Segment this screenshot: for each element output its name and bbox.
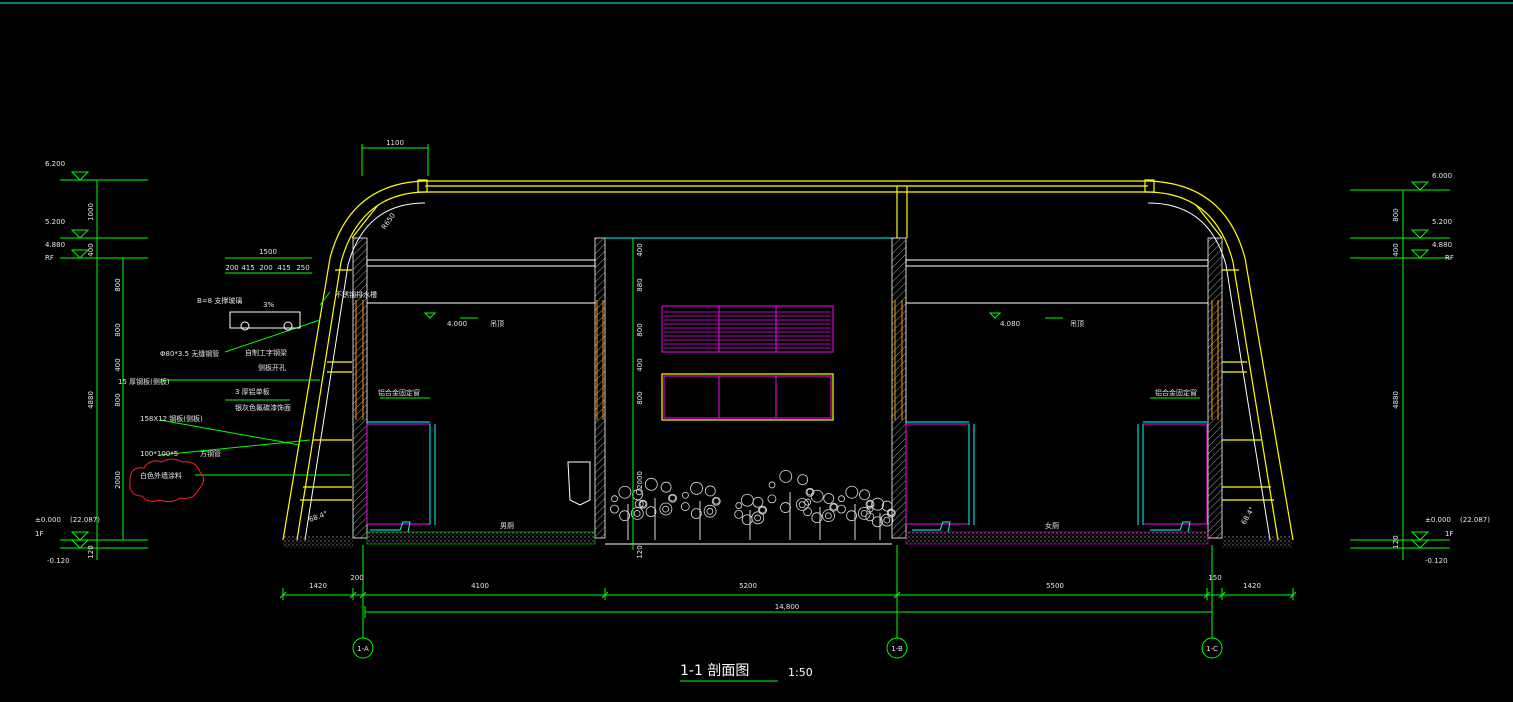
level-text: 5.200 <box>45 218 65 226</box>
note-text: 100*100*5 <box>140 450 178 458</box>
dim-text: 400 <box>636 358 644 371</box>
note-text: 3 厚铝单板 <box>235 387 270 396</box>
dim-text: 800 <box>114 278 122 291</box>
note-text: 白色外墙涂料 <box>140 471 182 480</box>
section-drawing: 1-A 1-B 1-C 1420 4100 5200 5500 1420 200… <box>0 2 1513 682</box>
level-text: -0.120 <box>1425 557 1448 565</box>
level-text: 4.080 <box>1000 320 1020 328</box>
dim-text: 1500 <box>259 248 277 256</box>
dim-text: 2000 <box>636 471 644 489</box>
revision-cloud <box>129 458 204 503</box>
dim-text: 400 <box>636 243 644 256</box>
axis-label: 1-A <box>357 645 369 653</box>
drawing-scale: 1:50 <box>788 666 813 679</box>
level-text: 1F <box>1445 530 1453 538</box>
dim-text: 120 <box>636 545 644 558</box>
level-text: (22.087) <box>70 516 100 524</box>
note-text: Φ80*3.5 无缝钢管 <box>160 349 219 358</box>
dim-text: 2000 <box>114 471 122 489</box>
level-text: 6.000 <box>1432 172 1452 180</box>
note-text: 158X12 钢板(侧板) <box>140 414 203 423</box>
dim-text: 120 <box>87 545 95 558</box>
axis-bubble-1c: 1-C <box>1201 637 1223 659</box>
dim-text: 250 <box>296 264 309 272</box>
dim-text: 4880 <box>87 391 95 409</box>
dim-text: 200 <box>225 264 238 272</box>
note-text: 吊顶 <box>490 320 504 328</box>
dim-text: 800 <box>636 323 644 336</box>
dim-text: 120 <box>1392 535 1400 548</box>
dim-text: 400 <box>114 358 122 371</box>
level-text: (22.087) <box>1460 516 1490 524</box>
note-text: 银灰色氟碳漆饰面 <box>235 403 291 412</box>
dim-text: 800 <box>1392 208 1400 221</box>
note-text: 15 厚钢板(侧板) <box>118 377 170 386</box>
level-text: 4.880 <box>1432 241 1452 249</box>
level-text: 5.200 <box>1432 218 1452 226</box>
level-text: RF <box>45 254 54 262</box>
dim-text: 415 <box>241 264 254 272</box>
note-text: 吊顶 <box>1070 320 1084 328</box>
axis-label: 1-B <box>891 645 903 653</box>
note-text: 自制工字钢梁 <box>245 348 287 357</box>
axis-bubble-1a: 1-A <box>352 637 374 659</box>
dim-text: 800 <box>636 391 644 404</box>
walls <box>352 237 1223 539</box>
planting <box>610 469 896 540</box>
dim-text: 800 <box>114 393 122 406</box>
dim-text: 800 <box>114 323 122 336</box>
dim-top-width: 1100 <box>386 139 404 147</box>
dim-text: 1420 <box>309 582 327 590</box>
note-text: B=8 支撑玻璃 <box>197 296 242 305</box>
dim-text: 880 <box>636 278 644 291</box>
dim-text: 400 <box>87 243 95 256</box>
level-text: 4.880 <box>45 241 65 249</box>
level-text: 6.200 <box>45 160 65 168</box>
dim-text: 150 <box>1208 574 1221 582</box>
note-text: 方钢管 <box>200 449 221 458</box>
room-label: 女厕 <box>1045 521 1059 530</box>
dim-text: 5200 <box>739 582 757 590</box>
dim-text: 5500 <box>1046 582 1064 590</box>
drawing-title: 1-1 剖面图 <box>680 663 749 679</box>
dim-text: 1420 <box>1243 582 1261 590</box>
axis-bubble-1b: 1-B <box>886 637 908 659</box>
dim-text: 4100 <box>471 582 489 590</box>
level-text: ±0.000 <box>1425 516 1451 524</box>
angle-text: 68.4° <box>308 510 329 524</box>
level-text: ±0.000 <box>35 516 61 524</box>
dim-text: 200 <box>350 574 363 582</box>
note-text: 铝合金固定窗 <box>378 388 420 397</box>
dim-text: 1000 <box>87 203 95 221</box>
dim-radius: R650 <box>380 212 397 232</box>
note-text: 不锈钢排水槽 <box>335 290 377 299</box>
dim-text: 4880 <box>1392 391 1400 409</box>
dim-text: 415 <box>277 264 290 272</box>
room-label: 男厕 <box>500 522 514 530</box>
dim-text: 200 <box>259 264 272 272</box>
dim-total: 14,800 <box>775 603 800 611</box>
note-text: 侧板开孔 <box>258 363 286 372</box>
dim-text: 400 <box>1392 243 1400 256</box>
level-text: RF <box>1445 254 1454 262</box>
level-text: -0.120 <box>47 557 70 565</box>
level-text: 1F <box>35 530 43 538</box>
axis-label: 1-C <box>1206 645 1218 653</box>
angle-text: 68.4° <box>1240 505 1256 526</box>
note-text: 铝合金固定窗 <box>1155 388 1197 397</box>
note-text: 3% <box>263 301 274 309</box>
level-text: 4.000 <box>447 320 467 328</box>
fixtures <box>283 305 1292 548</box>
